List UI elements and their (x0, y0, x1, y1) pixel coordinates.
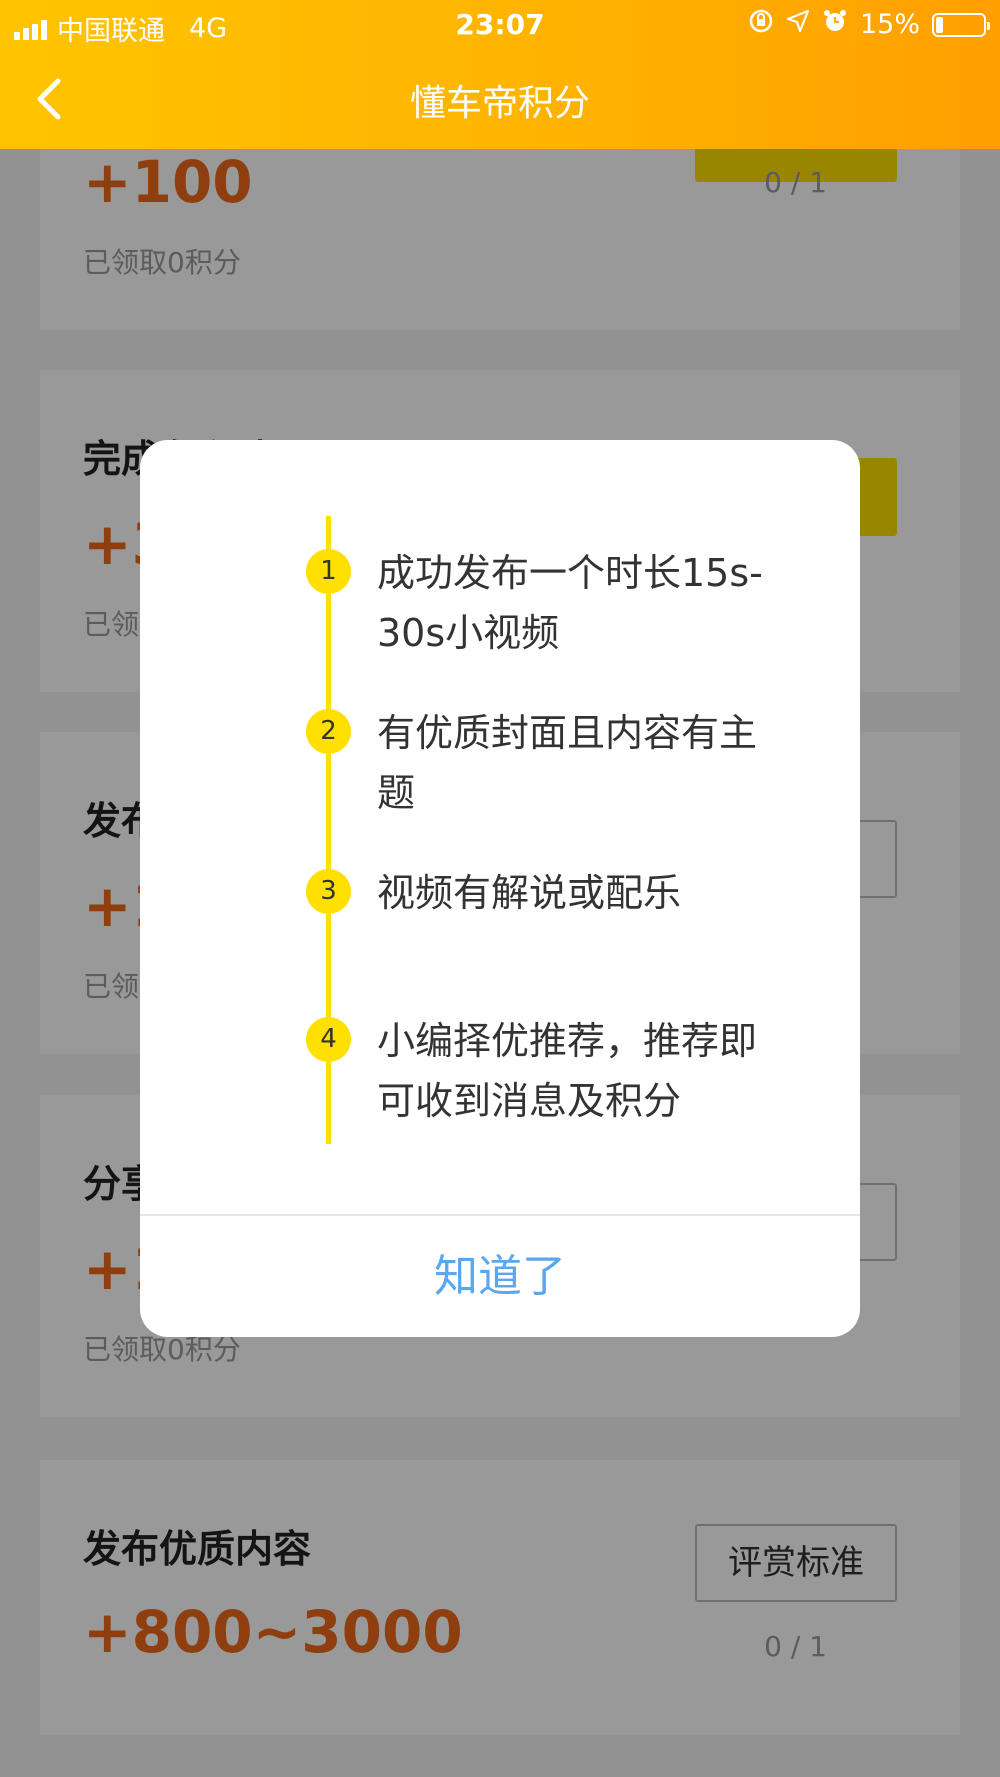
step-text: 成功发布一个时长15s-30s小视频 (377, 551, 763, 655)
battery-label: 15% (859, 9, 920, 40)
step-number-badge: 1 (306, 549, 351, 594)
app-header: 中国联通 4G 23:07 15% 懂车帝积分 (0, 0, 1000, 149)
rules-dialog: 1 成功发布一个时长15s-30s小视频 2 有优质封面且内容有主题 3 视频有… (140, 440, 860, 1337)
battery-icon (932, 12, 990, 37)
step-number-badge: 4 (306, 1017, 351, 1062)
page-title: 懂车帝积分 (409, 83, 590, 124)
step-text: 小编择优推荐，推荐即可收到消息及积分 (377, 1019, 758, 1123)
got-it-button[interactable]: 知道了 (140, 1216, 860, 1337)
location-icon (786, 9, 810, 40)
alarm-icon (822, 8, 848, 41)
rotation-lock-icon (748, 8, 774, 41)
step-number-badge: 3 (306, 869, 351, 914)
status-bar: 中国联通 4G 23:07 15% (0, 0, 1000, 50)
step-text: 有优质封面且内容有主题 (377, 711, 758, 815)
step-number-badge: 2 (306, 709, 351, 754)
step-text: 视频有解说或配乐 (377, 871, 682, 915)
